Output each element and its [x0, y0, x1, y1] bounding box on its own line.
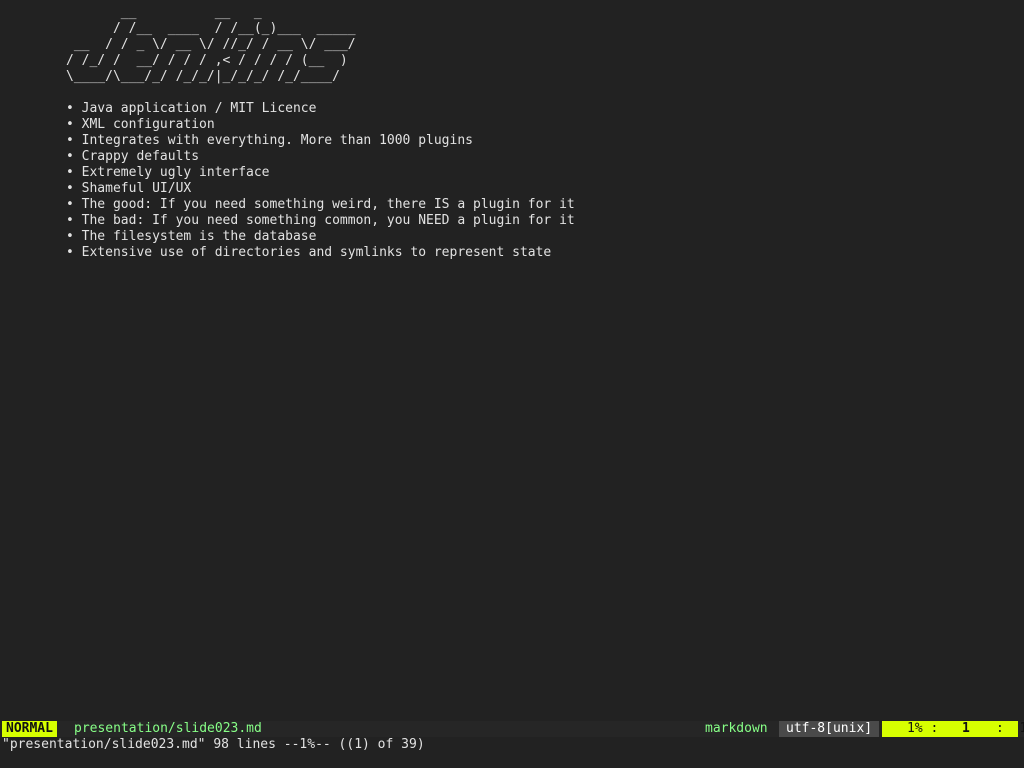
list-item: • Java application / MIT Licence: [66, 101, 1006, 117]
bullet-list: • Java application / MIT Licence • XML c…: [66, 101, 1006, 261]
ascii-art-line: / /__ ____ / /__(_)___ _____: [66, 21, 356, 36]
bullet-marker: •: [66, 245, 74, 260]
file-type: markdown: [705, 721, 768, 736]
bullet-marker: •: [66, 197, 74, 212]
list-item-text: Shameful UI/UX: [81, 181, 192, 196]
ascii-art-title: __ __ _ / /__ ____ / /__(_)___ _____ __ …: [66, 5, 1006, 85]
cursor-column: : 1: [996, 721, 1024, 736]
list-item: • The good: If you need something weird,…: [66, 197, 1006, 213]
bullet-marker: •: [66, 101, 74, 116]
list-item-text: Extensive use of directories and symlink…: [81, 245, 552, 260]
list-item-text: The bad: If you need something common, y…: [81, 213, 575, 228]
terminal-window: __ __ _ / /__ ____ / /__(_)___ _____ __ …: [0, 0, 1024, 768]
bullet-marker: •: [66, 117, 74, 132]
list-item: • Extremely ugly interface: [66, 165, 1006, 181]
bullet-marker: •: [66, 229, 74, 244]
file-encoding: utf-8[unix]: [779, 721, 880, 737]
list-item-text: Extremely ugly interface: [81, 165, 270, 180]
list-item: • XML configuration: [66, 117, 1006, 133]
list-item: • Shameful UI/UX: [66, 181, 1006, 197]
bullet-marker: •: [66, 165, 74, 180]
list-item-text: XML configuration: [81, 117, 215, 132]
list-item-text: The good: If you need something weird, t…: [81, 197, 575, 212]
file-name: presentation/slide023.md: [74, 721, 262, 736]
scroll-percent: 1% :: [907, 721, 939, 736]
command-line[interactable]: "presentation/slide023.md" 98 lines --1%…: [2, 737, 425, 753]
cursor-line: 1: [962, 721, 970, 736]
bullet-marker: •: [66, 181, 74, 196]
bullet-marker: •: [66, 133, 74, 148]
list-item: • Integrates with everything. More than …: [66, 133, 1006, 149]
cursor-position: 1% : 1 : 1: [882, 721, 1024, 737]
list-item-text: The filesystem is the database: [81, 229, 317, 244]
list-item-text: Integrates with everything. More than 10…: [81, 133, 473, 148]
ascii-art-line: __ __ _: [66, 5, 262, 20]
list-item: • The bad: If you need something common,…: [66, 213, 1006, 229]
list-item-text: Java application / MIT Licence: [81, 101, 317, 116]
bullet-marker: •: [66, 149, 74, 164]
list-item-text: Crappy defaults: [81, 149, 200, 164]
ascii-art-line: / /_/ / __/ / / / ,< / / / / (__ ): [66, 53, 348, 68]
list-item: • The filesystem is the database: [66, 229, 1006, 245]
ascii-art-line: \____/\___/_/ /_/_/|_/_/_/ /_/____/: [66, 69, 340, 84]
editor-buffer[interactable]: __ __ _ / /__ ____ / /__(_)___ _____ __ …: [66, 0, 1006, 718]
bullet-marker: •: [66, 213, 74, 228]
list-item: • Extensive use of directories and symli…: [66, 245, 1006, 261]
ascii-art-line: __ / / _ \/ __ \/ //_/ / __ \/ ___/: [66, 37, 356, 52]
status-line: NORMAL presentation/slide023.md markdown…: [0, 721, 1024, 737]
mode-indicator: NORMAL: [2, 721, 57, 737]
list-item: • Crappy defaults: [66, 149, 1006, 165]
